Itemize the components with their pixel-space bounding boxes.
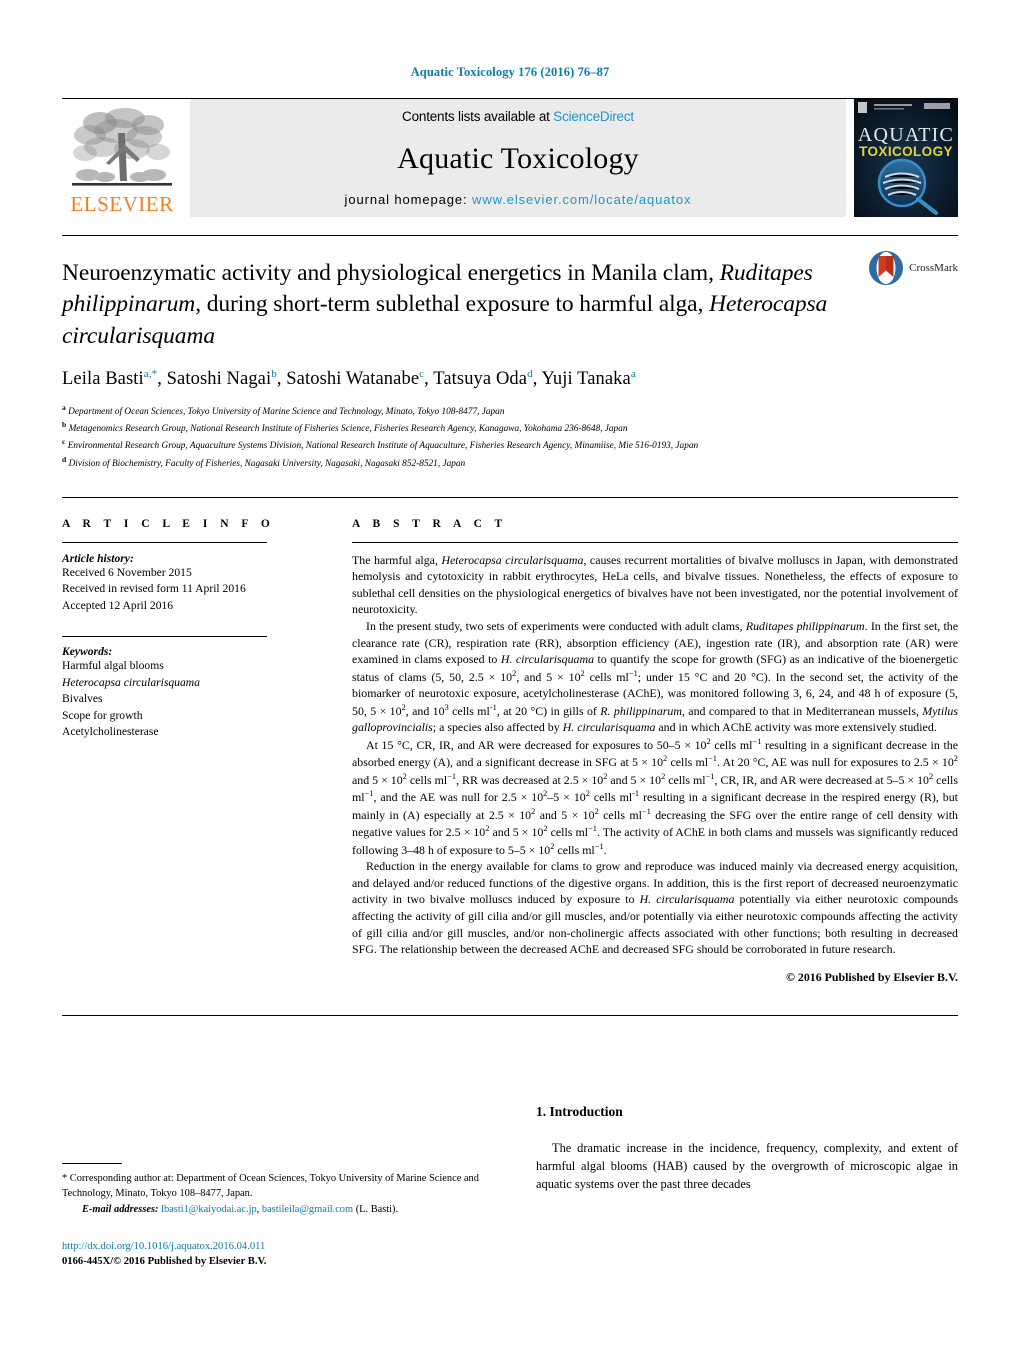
author-4-affiliation-marker: a — [630, 367, 636, 380]
affiliation-c: c Environmental Research Group, Aquacult… — [62, 437, 699, 452]
affiliation-list: a Department of Ocean Sciences, Tokyo Un… — [62, 402, 958, 471]
keywords-label: Keywords: — [62, 645, 113, 659]
keyword-3: Scope for growth — [62, 708, 143, 722]
abstract-paragraph-4: Reduction in the energy available for cl… — [352, 859, 958, 957]
article-info-heading: A R T I C L E I N F O — [62, 517, 275, 530]
svg-text:TOXICOLOGY: TOXICOLOGY — [859, 144, 953, 159]
affiliation-d: d Division of Biochemistry, Faculty of F… — [62, 454, 466, 469]
abstract-paragraph-1: The harmful alga, Heterocapsa circularis… — [352, 552, 958, 617]
email-suffix: (L. Basti). — [353, 1204, 399, 1216]
title-segment-1: Neuroenzymatic activity and physiologica… — [62, 260, 720, 286]
footnote-column: * Corresponding author at: Department of… — [62, 1024, 514, 1274]
info-abstract-section: A R T I C L E I N F O Article history: R… — [62, 496, 958, 985]
page-bottom-columns: * Corresponding author at: Department of… — [62, 1014, 958, 1274]
sciencedirect-link[interactable]: ScienceDirect — [553, 109, 634, 124]
author-0: Leila Bastia,* — [62, 367, 158, 389]
author-2: Satoshi Watanabec — [286, 367, 425, 389]
abstract-copyright: © 2016 Published by Elsevier B.V. — [786, 969, 958, 984]
author-0-affiliation-marker: a,* — [143, 367, 158, 380]
footnote-divider — [62, 1162, 122, 1164]
journal-cover-icon: AQUATIC TOXICOLOGY — [854, 99, 958, 217]
elsevier-wordmark: ELSEVIER — [70, 192, 174, 216]
history-accepted: Accepted 12 April 2016 — [62, 598, 174, 612]
homepage-url-link[interactable]: www.elsevier.com/locate/aquatox — [472, 192, 691, 207]
homepage-prefix: journal homepage: — [344, 192, 473, 207]
email-label: E-mail addresses: — [82, 1204, 159, 1216]
affiliation-b: b Metagenomics Research Group, National … — [62, 420, 628, 435]
email-note: E-mail addresses: lbasti1@kaiyodai.ac.jp… — [62, 1202, 492, 1218]
author-list: Leila Bastia,*, Satoshi Nagaib, Satoshi … — [62, 367, 636, 389]
article-info-divider — [62, 541, 267, 543]
keyword-4: Acetylcholinesterase — [62, 724, 159, 738]
author-1-affiliation-marker: b — [271, 367, 277, 380]
elsevier-tree-icon — [72, 108, 172, 186]
keywords-divider — [62, 636, 267, 638]
doi-block: http://dx.doi.org/10.1016/j.aquatox.2016… — [62, 1240, 266, 1270]
keywords-block: Keywords: Harmful algal blooms Heterocap… — [62, 636, 320, 740]
author-1: Satoshi Nagaib — [166, 367, 277, 389]
keyword-0: Harmful algal blooms — [62, 659, 164, 673]
author-3-affiliation-marker: d — [527, 367, 533, 380]
author-4: Yuji Tanakaa — [541, 367, 636, 389]
crossmark-label: CrossMark — [909, 262, 958, 274]
crossmark-icon — [869, 251, 904, 285]
abstract-paragraph-2: In the present study, two sets of experi… — [352, 618, 959, 735]
email-link-2[interactable]: bastileila@gmail.com — [262, 1204, 353, 1215]
abstract-column: A B S T R A C T The harmful alga, Hetero… — [336, 518, 958, 985]
email-link-1[interactable]: lbasti1@kaiyodai.ac.jp — [161, 1204, 257, 1215]
keyword-2: Bivalves — [62, 692, 103, 706]
title-segment-2: , during short-term sublethal exposure t… — [195, 291, 710, 318]
article-history-label: Article history: — [62, 551, 134, 565]
title-block: Neuroenzymatic activity and physiologica… — [62, 235, 958, 471]
journal-homepage-line: journal homepage: www.elsevier.com/locat… — [345, 192, 692, 207]
article-page: Aquatic Toxicology 176 (2016) 76–87 ELSE… — [0, 0, 1020, 1351]
author-2-affiliation-marker: c — [419, 367, 425, 380]
article-info-column: A R T I C L E I N F O Article history: R… — [62, 518, 336, 985]
corresponding-author-note: * Corresponding author at: Department of… — [62, 1171, 492, 1202]
issn-copyright-line: 0166-445X/© 2016 Published by Elsevier B… — [62, 1255, 267, 1267]
abstract-heading: A B S T R A C T — [352, 517, 508, 530]
article-title: Neuroenzymatic activity and physiologica… — [62, 258, 848, 352]
introduction-column: 1. Introduction The dramatic increase in… — [514, 1024, 958, 1274]
svg-text:AQUATIC: AQUATIC — [858, 124, 954, 146]
introduction-paragraph: The dramatic increase in the incidence, … — [536, 1140, 958, 1191]
affiliation-a: a Department of Ocean Sciences, Tokyo Un… — [62, 402, 505, 417]
abstract-paragraph-3: At 15 °C, CR, IR, and AR were decreased … — [352, 736, 959, 857]
doi-link[interactable]: http://dx.doi.org/10.1016/j.aquatox.2016… — [62, 1240, 266, 1255]
journal-cover-thumbnail: AQUATIC TOXICOLOGY — [854, 99, 958, 217]
abstract-body: The harmful alga, Heterocapsa circularis… — [352, 552, 958, 958]
masthead-center-panel: Contents lists available at ScienceDirec… — [190, 99, 846, 217]
history-received: Received 6 November 2015 — [62, 565, 192, 579]
contents-prefix: Contents lists available at — [402, 109, 554, 124]
author-3: Tatsuya Odad — [433, 367, 533, 389]
elsevier-logo: ELSEVIER — [62, 99, 182, 217]
keyword-1: Heterocapsa circularisquama — [62, 675, 200, 689]
abstract-divider — [352, 541, 958, 543]
footnote-area: * Corresponding author at: Department of… — [62, 1162, 492, 1218]
contents-list-line: Contents lists available at ScienceDirec… — [402, 109, 634, 124]
journal-masthead: ELSEVIER Contents lists available at Sci… — [62, 98, 958, 217]
crossmark-badge[interactable]: CrossMark — [868, 250, 958, 286]
running-head: Aquatic Toxicology 176 (2016) 76–87 — [410, 65, 610, 79]
introduction-heading: 1. Introduction — [536, 1103, 623, 1119]
corresponding-text: Corresponding author at: Department of O… — [62, 1172, 479, 1200]
journal-title: Aquatic Toxicology — [397, 142, 639, 175]
history-revised: Received in revised form 11 April 2016 — [62, 582, 246, 596]
